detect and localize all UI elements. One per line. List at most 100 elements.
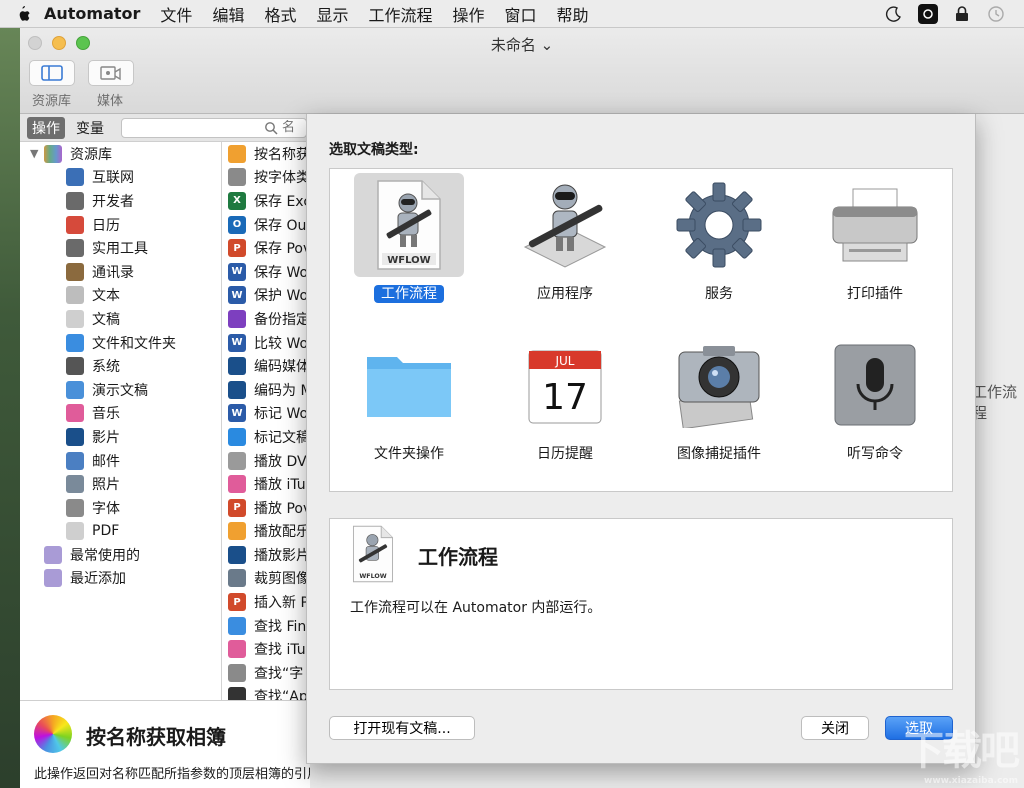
action-item[interactable]: P 插入新 P [222,590,309,614]
action-item[interactable]: O 保存 Ou [222,213,309,237]
action-item[interactable]: 按字体类 [222,166,309,190]
calendar-month: JUL [554,354,574,368]
action-item-label: 播放 Pov [254,500,310,517]
music-icon [228,640,246,659]
action-item[interactable]: 播放 iTu [222,472,309,496]
menu-edit[interactable]: 编辑 [212,2,244,26]
action-item[interactable]: P 保存 Pov [222,236,309,260]
type-application[interactable]: 应用程序 [486,169,636,319]
word-icon: W [228,404,246,423]
action-item[interactable]: 播放影片 [222,543,309,567]
type-workflow-label: 工作流程 [374,285,444,303]
action-item-label: 比较 Wo [254,335,309,352]
window-title[interactable]: 未命名 ⌄ [20,34,1024,55]
type-calendar-alarm[interactable]: JUL 17 日历提醒 [486,329,636,479]
library-item[interactable]: 文本 [20,284,221,308]
menu-help[interactable]: 帮助 [557,2,589,26]
close-button[interactable]: 关闭 [801,716,869,740]
library-item[interactable]: 演示文稿 [20,378,221,402]
sidebar-icon [41,65,63,81]
type-folder-action[interactable]: 文件夹操作 [330,329,480,479]
library-item[interactable]: 系统 [20,354,221,378]
action-item[interactable]: 查找“Ap [222,685,309,700]
menu-file[interactable]: 文件 [160,2,192,26]
media-button[interactable] [88,60,134,86]
type-image-capture-plugin[interactable]: 图像捕捉插件 [640,329,790,479]
tools-icon [66,239,84,258]
type-service-label: 服务 [705,286,733,302]
action-item-label: 标记文稿 [254,429,310,446]
library-item[interactable]: 开发者 [20,189,221,213]
library-item-label: 实用工具 [92,241,148,258]
action-item-label: 编码媒体 [254,359,310,376]
time-machine-icon[interactable] [986,4,1006,24]
action-item-label: 保存 Pov [254,241,310,258]
action-item[interactable]: P 播放 Pov [222,496,309,520]
action-item[interactable]: W 保护 Wo [222,284,309,308]
type-service[interactable]: 服务 [640,169,790,319]
library-item[interactable]: 通讯录 [20,260,221,284]
menu-actions[interactable]: 操作 [453,2,485,26]
tab-variables[interactable]: 变量 [71,117,109,139]
action-item[interactable]: 按名称获 [222,142,309,166]
menu-view[interactable]: 显示 [316,2,348,26]
action-item[interactable]: 编码媒体 [222,354,309,378]
type-folder-action-label: 文件夹操作 [374,446,444,462]
apple-menu-icon[interactable] [0,5,44,23]
lock-icon[interactable] [952,4,972,24]
library-item[interactable]: 实用工具 [20,236,221,260]
action-item[interactable]: 播放 DV [222,449,309,473]
open-existing-document-button[interactable]: 打开现有文稿... [329,716,475,740]
type-workflow[interactable]: WFLOW 工作流程 [330,169,480,319]
library-item[interactable]: 邮件 [20,449,221,473]
action-item[interactable]: 编码为 M [222,378,309,402]
action-item-label: 保存 Ou [254,217,307,234]
app-status-icon[interactable] [918,4,938,24]
library-item[interactable]: 音乐 [20,402,221,426]
library-item[interactable]: 字体 [20,496,221,520]
library-item[interactable]: 文稿 [20,307,221,331]
action-item[interactable]: 裁剪图像 [222,567,309,591]
library-root[interactable]: ▼ 资源库 [20,142,221,166]
action-item[interactable]: 备份指定 [222,307,309,331]
library-search[interactable] [121,117,307,138]
app-menu[interactable]: Automator [44,4,140,23]
microphone-icon [834,344,916,426]
library-item[interactable]: 文件和文件夹 [20,331,221,355]
action-item[interactable]: 播放配乐 [222,520,309,544]
smart-group-item[interactable]: 最常使用的 [20,543,221,567]
actions-list[interactable]: 按名称获 按字体类 X 保存 Exc O 保存 Ou P 保存 Pov W 保存 Wo W 保护 Wo… [222,142,310,700]
library-tree[interactable]: ▼ 资源库 互联网 开发者 日历实用工具通讯录文本文稿 文件和文件夹 系统 演示文稿 音乐影… [20,142,222,700]
action-item[interactable]: W 比较 Wo [222,331,309,355]
menu-format[interactable]: 格式 [264,2,296,26]
action-item[interactable]: 查找 Fin [222,614,309,638]
finder-icon [228,616,246,635]
action-item-label: 查找 iTu [254,642,306,659]
action-item[interactable]: 查找 iTu [222,637,309,661]
type-dictation-command[interactable]: 听写命令 [796,329,946,479]
action-item[interactable]: 标记文稿 [222,425,309,449]
menu-workflow[interactable]: 工作流程 [368,2,432,26]
aperture-icon [228,687,246,700]
library-item[interactable]: 互联网 [20,166,221,190]
moon-status-icon[interactable] [884,4,904,24]
smart-group-item[interactable]: 最近添加 [20,567,221,591]
action-item[interactable]: W 标记 Wo [222,402,309,426]
type-print-plugin[interactable]: 打印插件 [796,169,946,319]
library-item[interactable]: PDF [20,520,221,544]
quicktime-icon [228,380,246,399]
watermark-sub: www.xiazaiba.com [924,776,1018,786]
disclosure-triangle-icon[interactable]: ▼ [30,147,44,160]
media-icon [100,66,121,81]
library-item[interactable]: 照片 [20,472,221,496]
search-input[interactable] [282,119,306,136]
menu-window[interactable]: 窗口 [505,2,537,26]
action-item[interactable]: W 保存 Wo [222,260,309,284]
action-item[interactable]: X 保存 Exc [222,189,309,213]
library-toggle-button[interactable] [29,60,75,86]
library-item-label: 文本 [92,288,120,305]
library-item[interactable]: 日历 [20,213,221,237]
tab-actions[interactable]: 操作 [27,116,65,139]
action-item[interactable]: 查找“字 [222,661,309,685]
library-item[interactable]: 影片 [20,425,221,449]
